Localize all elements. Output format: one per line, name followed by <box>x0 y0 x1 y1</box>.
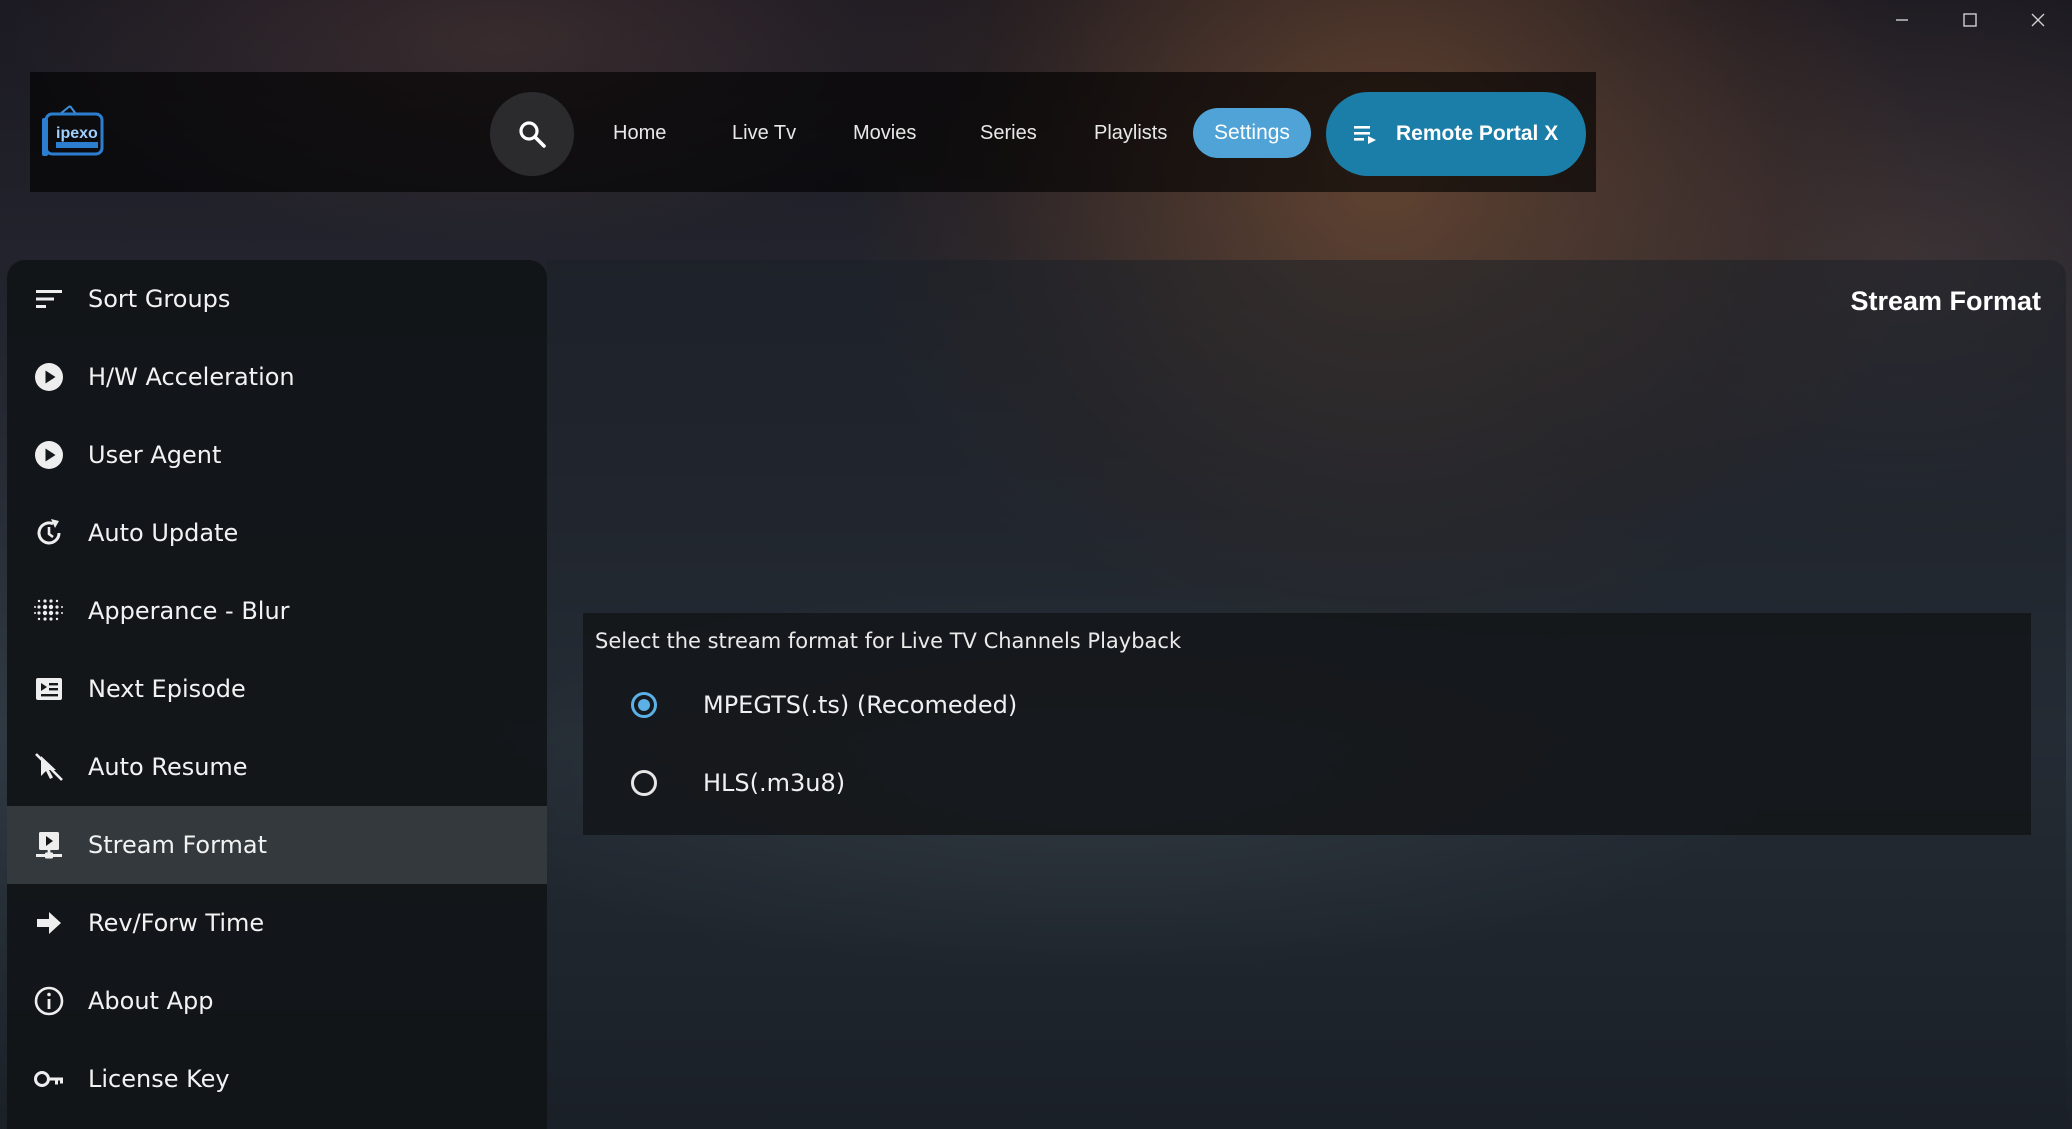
sidebar-item-label: Stream Format <box>88 831 268 859</box>
stream-icon <box>31 827 67 863</box>
app-window: ipexo Home Live Tv Movies Series Playlis… <box>0 0 2072 1129</box>
sidebar-item-label: User Agent <box>88 441 222 469</box>
blur-icon <box>31 593 67 629</box>
sidebar-item-label: Apperance - Blur <box>88 597 290 625</box>
option-mpegts[interactable]: MPEGTS(.ts) (Recomeded) <box>631 675 1017 735</box>
next-episode-icon <box>31 671 67 707</box>
remote-portal-button[interactable]: Remote Portal X <box>1326 92 1586 176</box>
sidebar-item-stream-format[interactable]: Stream Format <box>7 806 547 884</box>
sidebar-item-label: H/W Acceleration <box>88 363 295 391</box>
sidebar-item-about-app[interactable]: About App <box>7 962 547 1040</box>
top-navigation-bar: ipexo Home Live Tv Movies Series Playlis… <box>30 72 1596 192</box>
app-logo[interactable]: ipexo <box>40 104 108 162</box>
search-icon <box>519 121 546 148</box>
close-icon[interactable] <box>2004 0 2072 40</box>
sidebar-item-label: Rev/Forw Time <box>88 909 265 937</box>
play-circle-icon <box>31 437 67 473</box>
search-button[interactable] <box>490 92 574 176</box>
play-circle-icon <box>31 359 67 395</box>
stream-format-description: Select the stream format for Live TV Cha… <box>595 629 1182 653</box>
nav-playlists[interactable]: Playlists <box>1094 110 1167 156</box>
sidebar-item-auto-update[interactable]: Auto Update <box>7 494 547 572</box>
sidebar-item-label: License Key <box>88 1065 230 1093</box>
sidebar-item-label: About App <box>88 987 214 1015</box>
settings-content-panel: Stream Format Select the stream format f… <box>547 260 2066 1129</box>
sidebar-item-hw-acceleration[interactable]: H/W Acceleration <box>7 338 547 416</box>
remote-portal-label: Remote Portal X <box>1396 122 1559 145</box>
option-hls[interactable]: HLS(.m3u8) <box>631 753 845 813</box>
window-controls <box>1868 0 2072 40</box>
option-label: HLS(.m3u8) <box>703 769 846 797</box>
info-icon <box>31 983 67 1019</box>
arrow-right-icon <box>31 905 67 941</box>
nav-home[interactable]: Home <box>613 110 666 156</box>
sidebar-item-next-episode[interactable]: Next Episode <box>7 650 547 728</box>
logo-text: ipexo <box>56 125 98 142</box>
sidebar-item-auto-resume[interactable]: Auto Resume <box>7 728 547 806</box>
sidebar-item-user-agent[interactable]: User Agent <box>7 416 547 494</box>
sidebar-item-label: Auto Resume <box>88 753 248 781</box>
key-icon <box>31 1061 67 1097</box>
sidebar-item-appearance-blur[interactable]: Apperance - Blur <box>7 572 547 650</box>
nav-live-tv[interactable]: Live Tv <box>732 110 796 156</box>
option-label: MPEGTS(.ts) (Recomeded) <box>703 691 1018 719</box>
nav-settings[interactable]: Settings <box>1193 108 1311 158</box>
sidebar-item-rev-forw-time[interactable]: Rev/Forw Time <box>7 884 547 962</box>
sidebar-item-label: Auto Update <box>88 519 239 547</box>
sort-icon <box>31 281 67 317</box>
stream-format-card: Select the stream format for Live TV Cha… <box>583 613 2031 835</box>
nav-series[interactable]: Series <box>980 110 1037 156</box>
maximize-icon[interactable] <box>1936 0 2004 40</box>
page-title: Stream Format <box>1850 286 2041 316</box>
sidebar-item-label: Next Episode <box>88 675 246 703</box>
radio-selected-icon[interactable] <box>631 692 657 718</box>
settings-sidebar: Sort Groups H/W Acceleration User Agent … <box>7 260 547 1129</box>
sidebar-item-sort-groups[interactable]: Sort Groups <box>7 260 547 338</box>
radio-unselected-icon[interactable] <box>631 770 657 796</box>
cursor-off-icon <box>31 749 67 785</box>
sidebar-item-license-key[interactable]: License Key <box>7 1040 547 1118</box>
sidebar-item-label: Sort Groups <box>88 285 231 313</box>
update-icon <box>31 515 67 551</box>
playlist-icon <box>1354 126 1376 144</box>
nav-movies[interactable]: Movies <box>853 110 916 156</box>
minimize-icon[interactable] <box>1868 0 1936 40</box>
